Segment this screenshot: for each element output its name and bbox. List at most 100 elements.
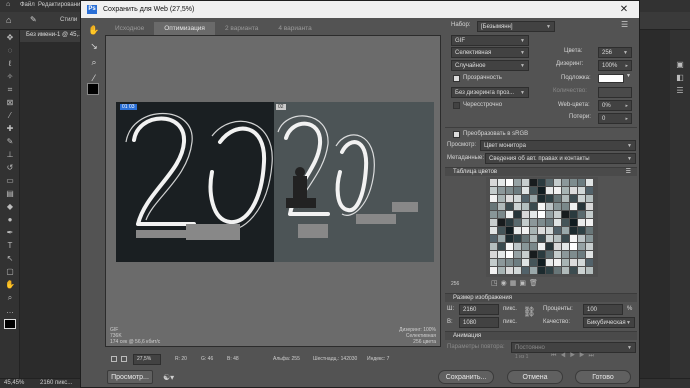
- chain-link-icon[interactable]: ⛓: [523, 307, 536, 318]
- eraser-tool-icon[interactable]: ▭: [4, 176, 16, 186]
- color-cell[interactable]: [506, 267, 513, 274]
- eyedropper-tool-icon[interactable]: ⁄: [4, 111, 16, 121]
- more-tools-icon[interactable]: …: [4, 306, 16, 316]
- width-field[interactable]: 2160: [459, 304, 499, 315]
- color-swatches-icon[interactable]: [4, 319, 16, 329]
- color-cell[interactable]: [522, 267, 529, 274]
- color-cell[interactable]: [530, 219, 537, 226]
- dodge-tool-icon[interactable]: ●: [4, 215, 16, 225]
- color-cell[interactable]: [570, 235, 577, 242]
- color-cell[interactable]: [570, 243, 577, 250]
- color-cell[interactable]: [514, 203, 521, 210]
- color-cell[interactable]: [530, 211, 537, 218]
- play-icon[interactable]: ▶: [570, 353, 579, 359]
- tab-2-up[interactable]: 2 варианта: [215, 22, 268, 35]
- preset-select[interactable]: [Безымянн] ▼: [477, 21, 555, 32]
- panel-icon[interactable]: ◧: [674, 73, 686, 83]
- color-cell[interactable]: [490, 267, 497, 274]
- path-select-icon[interactable]: ↖: [4, 254, 16, 264]
- color-cell[interactable]: [490, 219, 497, 226]
- crop-tool-icon[interactable]: ⌗: [4, 85, 16, 95]
- matte-color-swatch[interactable]: [598, 74, 624, 83]
- color-cell[interactable]: [570, 251, 577, 258]
- color-cell[interactable]: [586, 235, 593, 242]
- web-color-icon[interactable]: ▦: [510, 280, 520, 287]
- color-cell[interactable]: [562, 203, 569, 210]
- color-cell[interactable]: [514, 259, 521, 266]
- color-cell[interactable]: [562, 187, 569, 194]
- color-cell[interactable]: [546, 211, 553, 218]
- move-tool-icon[interactable]: ✥: [4, 33, 16, 43]
- preview-button[interactable]: Просмотр...: [107, 370, 153, 384]
- tab-original[interactable]: Исходное: [105, 22, 154, 35]
- color-cell[interactable]: [562, 179, 569, 186]
- loop-select[interactable]: Постоянно ▼: [511, 342, 636, 353]
- panel-icon[interactable]: ▣: [674, 60, 686, 70]
- color-cell[interactable]: [554, 219, 561, 226]
- zoom-in-icon[interactable]: [121, 356, 127, 362]
- websnap-field[interactable]: 0% ▸: [598, 100, 632, 111]
- color-cell[interactable]: [554, 267, 561, 274]
- color-cell[interactable]: [514, 179, 521, 186]
- color-cell[interactable]: [514, 267, 521, 274]
- color-cell[interactable]: [554, 259, 561, 266]
- color-cell[interactable]: [578, 219, 585, 226]
- color-cell[interactable]: [546, 267, 553, 274]
- color-cell[interactable]: [586, 179, 593, 186]
- color-cell[interactable]: [522, 187, 529, 194]
- color-cell[interactable]: [586, 219, 593, 226]
- color-cell[interactable]: [506, 211, 513, 218]
- color-cell[interactable]: [498, 227, 505, 234]
- color-cell[interactable]: [570, 259, 577, 266]
- metadata-select[interactable]: Сведения об авт. правах и контакты ▼: [485, 153, 636, 164]
- color-cell[interactable]: [570, 267, 577, 274]
- color-cell[interactable]: [522, 243, 529, 250]
- color-cell[interactable]: [586, 187, 593, 194]
- color-cell[interactable]: [538, 187, 545, 194]
- color-table-menu-icon[interactable]: ☰: [626, 168, 631, 177]
- color-cell[interactable]: [514, 235, 521, 242]
- transparency-dither-select[interactable]: Без дизеринга проз... ▼: [451, 87, 529, 98]
- color-cell[interactable]: [546, 235, 553, 242]
- color-cell[interactable]: [498, 187, 505, 194]
- hand-tool-icon[interactable]: ✋: [4, 280, 16, 290]
- zoom-level-select[interactable]: 27,5%: [133, 354, 161, 365]
- color-cell[interactable]: [522, 179, 529, 186]
- dither-algorithm-select[interactable]: Случайное ▼: [451, 60, 529, 71]
- color-cell[interactable]: [514, 243, 521, 250]
- color-cell[interactable]: [554, 227, 561, 234]
- color-cell[interactable]: [506, 219, 513, 226]
- color-cell[interactable]: [578, 195, 585, 202]
- color-cell[interactable]: [562, 243, 569, 250]
- gradient-tool-icon[interactable]: ▤: [4, 189, 16, 199]
- color-cell[interactable]: [538, 259, 545, 266]
- color-cell[interactable]: [506, 179, 513, 186]
- color-cell[interactable]: [490, 243, 497, 250]
- color-cell[interactable]: [530, 243, 537, 250]
- slice-select-icon[interactable]: ↘: [87, 40, 101, 53]
- color-cell[interactable]: [586, 227, 593, 234]
- color-cell[interactable]: [498, 259, 505, 266]
- menu-edit[interactable]: Редактирование: [38, 2, 84, 8]
- marquee-tool-icon[interactable]: ◌: [4, 46, 16, 56]
- done-button[interactable]: Готово: [575, 370, 631, 384]
- color-cell[interactable]: [498, 219, 505, 226]
- color-cell[interactable]: [530, 187, 537, 194]
- color-cell[interactable]: [546, 187, 553, 194]
- blur-tool-icon[interactable]: ◆: [4, 202, 16, 212]
- color-cell[interactable]: [498, 179, 505, 186]
- lasso-tool-icon[interactable]: ℓ: [4, 59, 16, 69]
- zoom-out-icon[interactable]: [111, 356, 117, 362]
- color-cell[interactable]: [554, 251, 561, 258]
- stamp-tool-icon[interactable]: ⊥: [4, 150, 16, 160]
- home-icon[interactable]: ⌂: [6, 15, 11, 25]
- color-cell[interactable]: [578, 187, 585, 194]
- height-field[interactable]: 1080: [459, 317, 499, 328]
- color-cell[interactable]: [570, 187, 577, 194]
- last-frame-icon[interactable]: ⏭: [588, 353, 597, 359]
- color-cell[interactable]: [554, 235, 561, 242]
- close-icon[interactable]: ✕: [609, 1, 639, 18]
- color-cell[interactable]: [522, 203, 529, 210]
- color-cell[interactable]: [514, 227, 521, 234]
- browser-icon[interactable]: ☯▾: [163, 373, 174, 382]
